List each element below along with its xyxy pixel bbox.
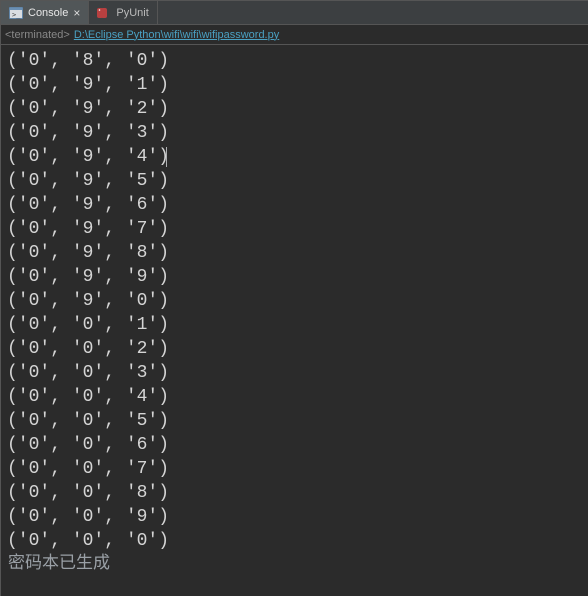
output-line: ('0', '0', '8') — [7, 481, 582, 505]
output-line: ('0', '0', '9') — [7, 505, 582, 529]
output-line: ('0', '0', '7') — [7, 457, 582, 481]
path-bar: <terminated> D:\Eclipse Python\wifi\wifi… — [1, 25, 588, 45]
tab-bar: >_ Console × PyUnit — [1, 1, 588, 25]
output-line: ('0', '9', '3') — [7, 121, 582, 145]
tab-console[interactable]: >_ Console × — [1, 1, 89, 24]
output-line: ('0', '9', '2') — [7, 97, 582, 121]
run-status: <terminated> — [5, 29, 70, 41]
tab-pyunit[interactable]: PyUnit — [89, 1, 157, 24]
tab-pyunit-label: PyUnit — [116, 7, 148, 19]
console-icon: >_ — [9, 6, 23, 20]
output-line: ('0', '9', '9') — [7, 265, 582, 289]
output-line: ('0', '0', '0') — [7, 529, 582, 553]
file-path-link[interactable]: D:\Eclipse Python\wifi\wifi\wifipassword… — [74, 29, 279, 41]
tab-console-label: Console — [28, 7, 68, 19]
output-line: ('0', '9', '4') — [7, 145, 582, 169]
output-line: ('0', '9', '1') — [7, 73, 582, 97]
output-line: ('0', '9', '8') — [7, 241, 582, 265]
output-line: ('0', '8', '0') — [7, 49, 582, 73]
output-line: ('0', '9', '5') — [7, 169, 582, 193]
output-line: ('0', '0', '4') — [7, 385, 582, 409]
output-line: ('0', '9', '6') — [7, 193, 582, 217]
output-line: ('0', '9', '0') — [7, 289, 582, 313]
console-output[interactable]: ('0', '8', '0')('0', '9', '1')('0', '9',… — [1, 45, 588, 581]
output-line: ('0', '9', '7') — [7, 217, 582, 241]
text-cursor — [166, 147, 167, 167]
pyunit-icon — [97, 6, 111, 20]
status-message: 密码本已生成 — [7, 553, 582, 577]
output-line: ('0', '0', '3') — [7, 361, 582, 385]
close-icon[interactable]: × — [73, 7, 80, 19]
output-line: ('0', '0', '2') — [7, 337, 582, 361]
output-line: ('0', '0', '1') — [7, 313, 582, 337]
svg-text:>_: >_ — [12, 11, 21, 19]
output-line: ('0', '0', '5') — [7, 409, 582, 433]
output-line: ('0', '0', '6') — [7, 433, 582, 457]
